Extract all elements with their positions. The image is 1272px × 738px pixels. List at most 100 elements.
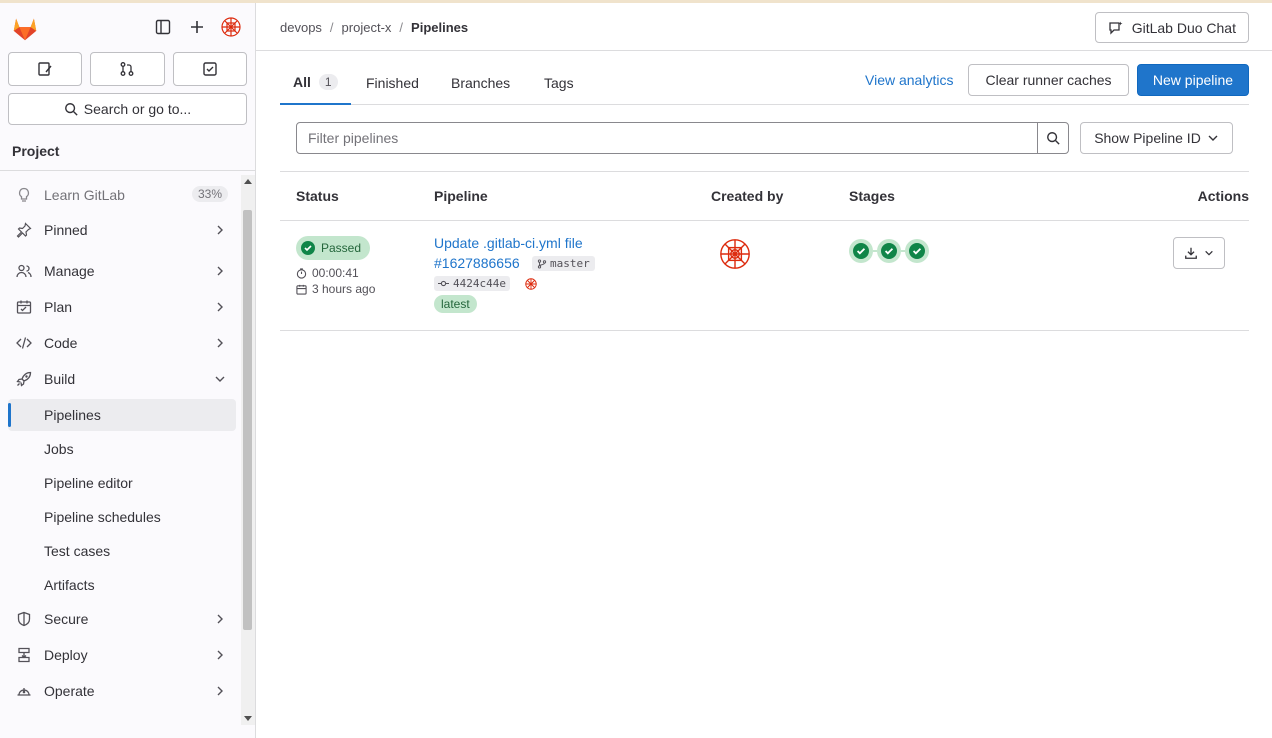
gitlab-logo-icon[interactable]	[10, 13, 40, 43]
status-badge[interactable]: Passed	[296, 236, 371, 260]
scroll-up-arrow[interactable]	[244, 179, 252, 184]
sidebar-item-label: Learn GitLab	[44, 187, 125, 203]
user-avatar-icon[interactable]	[219, 15, 243, 39]
commit-sha-text: 4424c44e	[453, 277, 506, 290]
view-analytics-link[interactable]: View analytics	[865, 72, 953, 88]
dropdown-label: Show Pipeline ID	[1094, 130, 1201, 146]
branch-icon	[537, 258, 547, 269]
chevron-down-icon	[1208, 135, 1218, 141]
branch-name: master	[550, 257, 590, 270]
filter-bar: Filter pipelines Show Pipeline ID	[280, 105, 1249, 172]
chevron-right-icon	[214, 648, 226, 664]
issues-button[interactable]	[8, 52, 83, 86]
sidebar-item-jobs[interactable]: Jobs	[8, 433, 236, 465]
download-artifacts-dropdown[interactable]	[1173, 237, 1225, 269]
sidebar-item-label: Pipeline schedules	[44, 509, 161, 525]
latest-badge[interactable]: latest	[434, 295, 477, 313]
new-pipeline-button[interactable]: New pipeline	[1137, 64, 1249, 96]
stage-passed-icon[interactable]	[905, 239, 929, 263]
filter-pipelines-input[interactable]: Filter pipelines	[296, 122, 1038, 154]
sidebar-item-label: Pipelines	[44, 407, 101, 423]
search-label: Search or go to...	[83, 101, 192, 117]
sidebar-item-label: Test cases	[44, 543, 111, 559]
sidebar-item-label: Deploy	[44, 647, 88, 663]
duo-chat-label: GitLab Duo Chat	[1131, 19, 1236, 36]
sidebar-item-label: Manage	[44, 263, 95, 279]
scrollbar-thumb[interactable]	[243, 210, 252, 630]
tab-finished[interactable]: Finished	[366, 61, 419, 105]
sidebar-item-manage[interactable]: Manage	[8, 255, 236, 287]
sidebar-item-build[interactable]: Build	[8, 363, 236, 395]
commit-icon	[438, 280, 449, 287]
plus-icon[interactable]	[185, 15, 209, 39]
stage-passed-icon[interactable]	[849, 239, 873, 263]
pipeline-stages	[849, 239, 929, 263]
chevron-down-icon	[214, 372, 226, 388]
sidebar-item-pipelines[interactable]: Pipelines	[8, 399, 236, 431]
rocket-icon	[16, 371, 32, 387]
table-header: Status Pipeline Created by Stages Action…	[280, 173, 1249, 221]
column-header-stages: Stages	[849, 188, 895, 204]
search-button[interactable]: Search or go to...	[8, 93, 247, 125]
sidebar-quick-actions	[8, 52, 247, 86]
sidebar-item-pipeline-editor[interactable]: Pipeline editor	[8, 467, 236, 499]
tab-tags[interactable]: Tags	[544, 61, 574, 105]
column-header-pipeline: Pipeline	[434, 188, 488, 204]
deploy-icon	[16, 647, 32, 663]
timer-icon	[296, 267, 307, 279]
tab-label: Tags	[544, 75, 574, 91]
creator-avatar-icon[interactable]	[718, 237, 752, 271]
sidebar-item-label: Pinned	[44, 222, 88, 238]
operate-icon	[16, 683, 32, 699]
tab-branches[interactable]: Branches	[451, 61, 510, 105]
collapse-sidebar-icon[interactable]	[151, 15, 175, 39]
check-circle-icon	[301, 241, 315, 255]
stage-passed-icon[interactable]	[877, 239, 901, 263]
sidebar-item-operate[interactable]: Operate	[8, 675, 236, 707]
chevron-down-icon	[1205, 250, 1213, 256]
breadcrumb-item[interactable]: devops	[280, 20, 322, 35]
sidebar-item-label: Build	[44, 371, 76, 387]
main-content: devops / project-x / Pipelines GitLab Du…	[256, 3, 1272, 738]
breadcrumb-current[interactable]: Pipelines	[411, 20, 468, 35]
merge-requests-button[interactable]	[90, 52, 165, 86]
sidebar-item-code[interactable]: Code	[8, 327, 236, 359]
tab-count-badge: 1	[318, 74, 338, 90]
sidebar-item-label: Operate	[44, 683, 95, 699]
sidebar-item-pipeline-schedules[interactable]: Pipeline schedules	[8, 501, 236, 533]
duo-chat-button[interactable]: GitLab Duo Chat	[1094, 12, 1249, 43]
pipeline-commit-title-link[interactable]: Update .gitlab-ci.yml file	[434, 235, 583, 251]
duration: 00:00:41	[296, 266, 359, 280]
clear-runner-caches-button[interactable]: Clear runner caches	[968, 64, 1129, 96]
sidebar-scrollbar[interactable]	[241, 175, 255, 725]
breadcrumb-separator: /	[329, 20, 334, 35]
sidebar-item-label: Jobs	[44, 441, 74, 457]
breadcrumb-separator: /	[399, 20, 404, 35]
commit-author-avatar-icon[interactable]	[524, 277, 538, 291]
sidebar-item-test-cases[interactable]: Test cases	[8, 535, 236, 567]
tab-all[interactable]: All 1	[280, 61, 351, 105]
sidebar-item-deploy[interactable]: Deploy	[8, 639, 236, 671]
sidebar-item-label: Secure	[44, 611, 89, 627]
top-bar: devops / project-x / Pipelines GitLab Du…	[256, 3, 1272, 51]
column-header-actions: Actions	[1197, 188, 1249, 204]
chevron-right-icon	[214, 684, 226, 700]
commit-sha[interactable]: 4424c44e	[434, 276, 510, 291]
sidebar-item-secure[interactable]: Secure	[8, 603, 236, 635]
show-pipeline-id-dropdown[interactable]: Show Pipeline ID	[1080, 122, 1233, 154]
branch-ref[interactable]: master	[532, 256, 595, 271]
sidebar-item-artifacts[interactable]: Artifacts	[8, 569, 236, 601]
tab-label: Branches	[451, 75, 511, 91]
todos-button[interactable]	[172, 52, 247, 86]
scroll-down-arrow[interactable]	[244, 716, 252, 721]
sidebar-item-label: Artifacts	[44, 577, 95, 593]
status-label: Passed	[321, 241, 362, 255]
filter-search-button[interactable]	[1037, 122, 1069, 154]
pipeline-id-link[interactable]: #1627886656	[434, 255, 520, 271]
sidebar-item-pinned[interactable]: Pinned	[8, 214, 236, 246]
sidebar-item-learn-gitlab[interactable]: Learn GitLab 33%	[8, 179, 236, 211]
breadcrumb-item[interactable]: project-x	[342, 20, 392, 35]
issues-icon	[38, 62, 52, 76]
sidebar: Search or go to... Project Learn GitLab …	[0, 3, 256, 738]
sidebar-item-plan[interactable]: Plan	[8, 291, 236, 323]
